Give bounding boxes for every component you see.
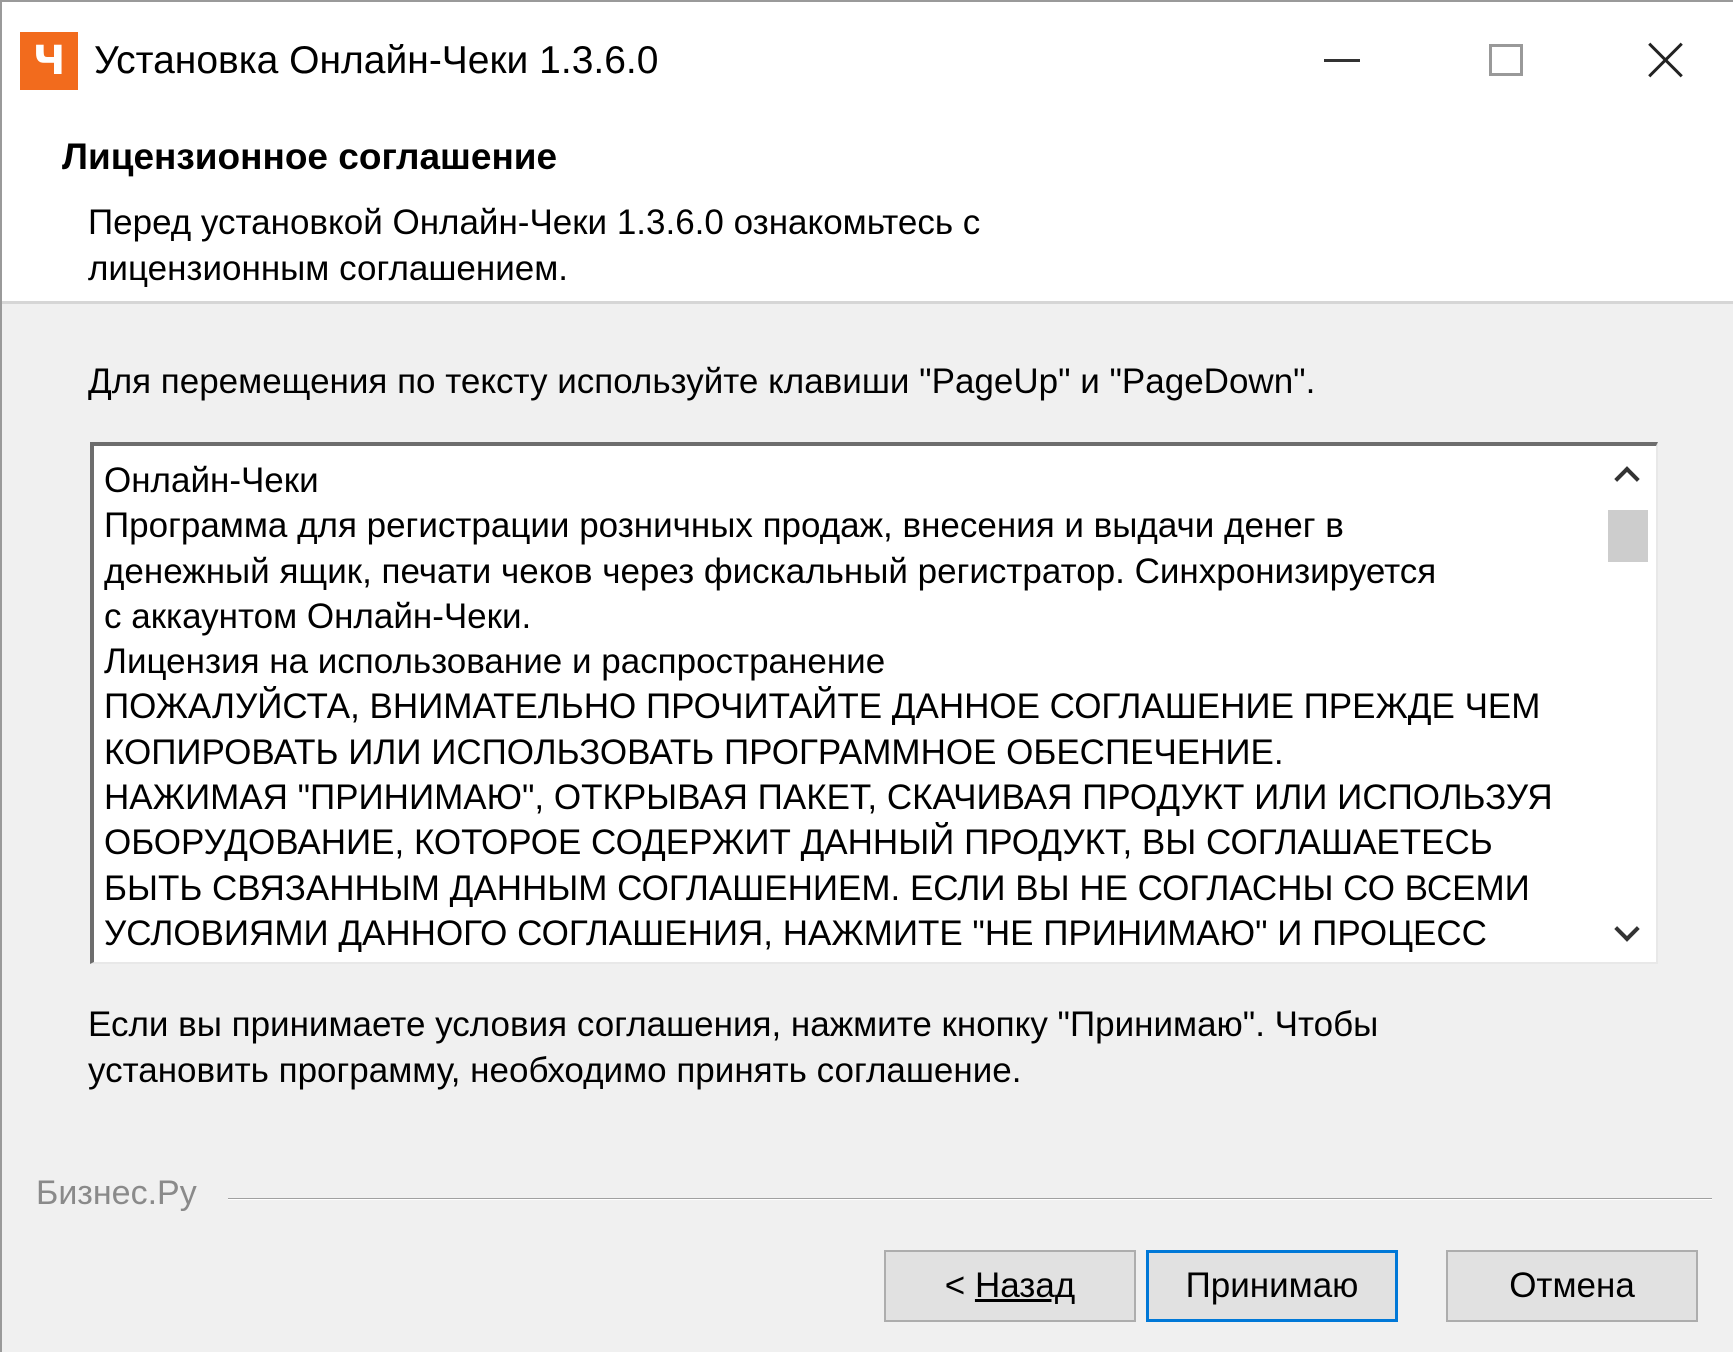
license-line: с аккаунтом Онлайн-Чеки. [104, 596, 532, 636]
page-subtitle: Перед установкой Онлайн-Чеки 1.3.6.0 озн… [88, 200, 1188, 292]
license-line: ОБОРУДОВАНИЕ, КОТОРОЕ СОДЕРЖИТ ДАННЫЙ ПР… [104, 823, 1493, 863]
license-line: БЫТЬ СВЯЗАННЫМ ДАННЫМ СОГЛАШЕНИЕМ. ЕСЛИ … [104, 868, 1530, 908]
scroll-up-button[interactable] [1598, 446, 1656, 502]
back-button-prefix: < [944, 1266, 975, 1305]
close-button[interactable] [1616, 22, 1716, 98]
accept-button-label: Принимаю [1185, 1266, 1359, 1305]
maximize-button[interactable] [1456, 22, 1556, 98]
brand-label: Бизнес.Ру [36, 1174, 197, 1212]
page-title: Лицензионное соглашение [62, 136, 558, 177]
license-line: КОПИРОВАТЬ ИЛИ ИСПОЛЬЗОВАТЬ ПРОГРАММНОЕ … [104, 732, 1284, 772]
vertical-scrollbar[interactable] [1598, 446, 1656, 962]
chevron-up-icon [1614, 466, 1640, 492]
accept-instructions: Если вы принимаете условия соглашения, н… [88, 1002, 1588, 1094]
scroll-down-button[interactable] [1598, 906, 1656, 962]
footer-divider [228, 1198, 1712, 1200]
license-line: УСЛОВИЯМИ ДАННОГО СОГЛАШЕНИЯ, НАЖМИТЕ "Н… [104, 913, 1487, 953]
accept-instructions-line: установить программу, необходимо принять… [88, 1051, 1022, 1090]
license-line: денежный ящик, печати чеков через фискал… [104, 551, 1437, 591]
close-icon [1647, 41, 1685, 79]
title-bar: Ч Установка Онлайн-Чеки 1.3.6.0 [2, 2, 1733, 120]
license-line: ПОЖАЛУЙСТА, ВНИМАТЕЛЬНО ПРОЧИТАЙТЕ ДАННО… [104, 687, 1541, 727]
chevron-down-icon [1614, 916, 1640, 942]
back-button[interactable]: < Назад [884, 1250, 1136, 1322]
back-button-label: Назад [974, 1266, 1076, 1305]
window-title: Установка Онлайн-Чеки 1.3.6.0 [94, 39, 659, 82]
app-icon: Ч [20, 32, 78, 90]
accept-button[interactable]: Принимаю [1146, 1250, 1398, 1322]
page-header: Лицензионное соглашение Перед установкой… [2, 120, 1733, 304]
maximize-icon [1489, 44, 1523, 76]
minimize-icon [1324, 58, 1360, 62]
installer-window: Ч Установка Онлайн-Чеки 1.3.6.0 Лицензио… [0, 0, 1733, 1352]
page-subtitle-line: лицензионным соглашением. [88, 249, 569, 288]
cancel-button[interactable]: Отмена [1446, 1250, 1698, 1322]
license-line: Онлайн-Чеки [104, 461, 319, 500]
accept-instructions-line: Если вы принимаете условия соглашения, н… [88, 1005, 1379, 1044]
license-text-box[interactable]: Онлайн-Чеки Программа для регистрации ро… [90, 442, 1658, 964]
license-line: НАЖИМАЯ "ПРИНИМАЮ", ОТКРЫВАЯ ПАКЕТ, СКАЧ… [104, 778, 1553, 818]
cancel-button-label: Отмена [1509, 1266, 1635, 1305]
page-subtitle-line: Перед установкой Онлайн-Чеки 1.3.6.0 озн… [88, 203, 981, 242]
license-text: Онлайн-Чеки Программа для регистрации ро… [104, 458, 1604, 956]
minimize-button[interactable] [1292, 22, 1392, 98]
navigation-hint: Для перемещения по тексту используйте кл… [88, 362, 1316, 401]
scroll-thumb[interactable] [1608, 510, 1648, 562]
license-line: Лицензия на использование и распростране… [104, 642, 886, 682]
license-line: Программа для регистрации розничных прод… [104, 506, 1344, 546]
